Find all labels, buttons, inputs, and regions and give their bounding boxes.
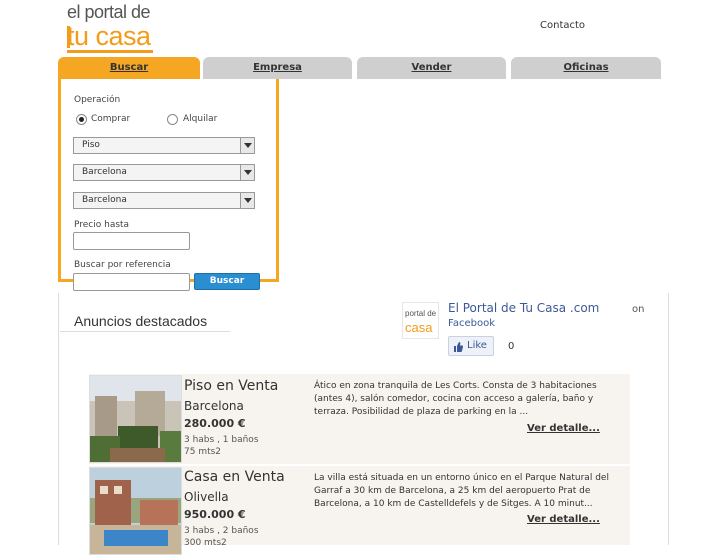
property-type-select[interactable]: Piso <box>73 137 255 154</box>
facebook-on-label: on <box>632 304 645 315</box>
reference-label: Buscar por referencia <box>74 260 171 270</box>
listing-city: Barcelona <box>184 399 244 413</box>
site-logo[interactable]: el portal de tu casa <box>58 0 203 55</box>
price-input[interactable] <box>73 232 190 250</box>
facebook-logo-text-1: portal de <box>405 309 437 318</box>
radio-comprar-label: Comprar <box>91 114 131 124</box>
city-select[interactable]: Barcelona <box>73 192 255 209</box>
chevron-down-icon <box>240 165 254 180</box>
logo-line-1: el portal de <box>67 2 151 22</box>
like-count: 0 <box>508 341 515 352</box>
city-value: Barcelona <box>82 195 127 205</box>
tab-buscar[interactable]: Buscar <box>58 57 200 79</box>
like-label: Like <box>467 340 487 351</box>
province-select[interactable]: Barcelona <box>73 164 255 181</box>
listing-price: 280.000 € <box>184 417 246 430</box>
radio-alquilar[interactable] <box>167 114 178 125</box>
like-button[interactable]: Like <box>448 336 494 356</box>
property-type-value: Piso <box>82 140 100 150</box>
search-button[interactable]: Buscar <box>194 273 260 290</box>
operation-label: Operación <box>74 95 121 105</box>
thumbs-up-icon <box>454 341 464 352</box>
contact-link[interactable]: Contacto <box>540 20 585 31</box>
logo-line-2: tu casa <box>67 21 151 51</box>
reference-input[interactable] <box>73 273 190 291</box>
chevron-down-icon <box>240 138 254 153</box>
listing-details-link[interactable]: Ver detalle... <box>527 423 600 434</box>
listing-photo[interactable] <box>89 467 182 555</box>
listing-description: La villa está situada en un entorno únic… <box>314 473 609 509</box>
facebook-page-logo[interactable]: portal de casa <box>402 302 439 339</box>
listing-card[interactable]: Casa en Venta Olivella 950.000 € 3 habs … <box>89 466 630 555</box>
listing-photo[interactable] <box>89 375 182 463</box>
logo-bracket-horizontal <box>67 50 153 53</box>
listing-details-link[interactable]: Ver detalle... <box>527 514 600 525</box>
listing-title[interactable]: Piso en Venta <box>184 378 278 394</box>
province-value: Barcelona <box>82 167 127 177</box>
listing-area: 300 mts2 <box>184 538 227 548</box>
listing-title[interactable]: Casa en Venta <box>184 469 285 485</box>
chevron-down-icon <box>240 193 254 208</box>
facebook-logo-text-2: casa <box>405 320 433 335</box>
tab-oficinas[interactable]: Oficinas <box>511 57 661 79</box>
logo-bracket-vertical <box>67 26 70 48</box>
tab-vender[interactable]: Vender <box>357 57 506 79</box>
listing-description: Ático en zona tranquila de Les Corts. Co… <box>314 381 597 417</box>
facebook-link[interactable]: Facebook <box>448 318 495 329</box>
radio-alquilar-label: Alquilar <box>183 114 218 124</box>
listing-card[interactable]: Piso en Venta Barcelona 280.000 € 3 habs… <box>89 374 630 464</box>
radio-comprar[interactable] <box>76 114 87 125</box>
facebook-page-link[interactable]: El Portal de Tu Casa .com <box>448 301 599 315</box>
tab-empresa[interactable]: Empresa <box>203 57 352 79</box>
listing-rooms: 3 habs , 2 baños <box>184 526 259 536</box>
listing-area: 75 mts2 <box>184 447 222 457</box>
listing-price: 950.000 € <box>184 508 246 521</box>
listing-rooms: 3 habs , 1 baños <box>184 435 259 445</box>
listing-city: Olivella <box>184 490 229 504</box>
featured-title: Anuncios destacados <box>60 311 230 332</box>
price-label: Precio hasta <box>74 220 130 230</box>
